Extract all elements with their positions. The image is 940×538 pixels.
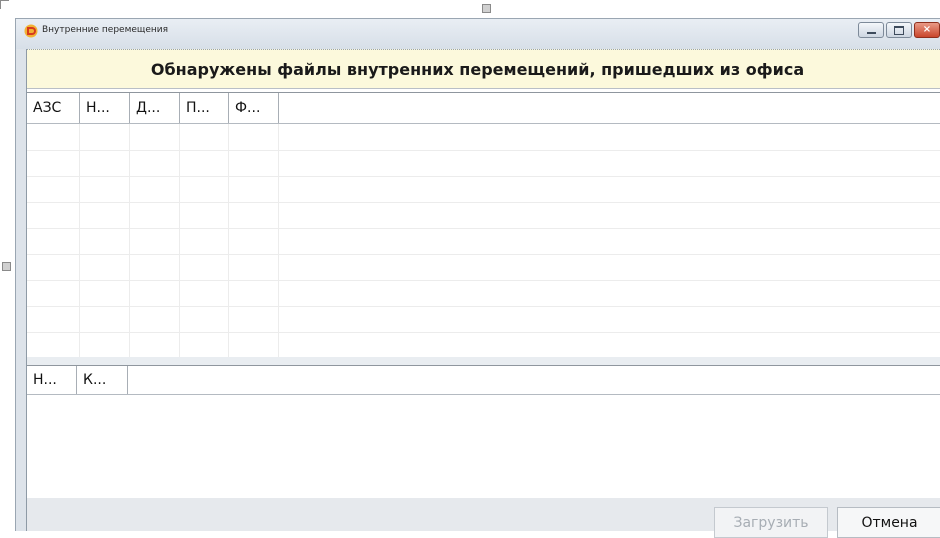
grid-line [27,306,940,307]
cancel-button[interactable]: Отмена [837,507,940,538]
files-column-header-f[interactable]: Ф... [229,93,279,123]
banner-text: Обнаружены файлы внутренних перемещений,… [150,59,805,79]
minimize-icon [866,31,876,34]
grid-line [179,124,180,358]
grid-line [278,124,279,358]
details-header-filler [128,366,940,394]
files-header-filler [279,93,940,123]
files-column-header-p[interactable]: П... [180,93,229,123]
dialog-window: Внутренние перемещения × Обнаружены файл… [15,18,940,538]
details-table-header: Н... К... [27,366,940,395]
grid-line [27,254,940,255]
maximize-button[interactable] [886,22,912,38]
close-icon: × [922,24,932,35]
details-table-body[interactable] [27,397,940,498]
files-table[interactable]: АЗС Н... Д... П... Ф... [27,92,940,359]
files-column-header-d[interactable]: Д... [130,93,180,123]
details-column-header-k[interactable]: К... [77,366,128,394]
maximize-icon [894,25,904,35]
button-bar: Загрузить Отмена [27,498,940,538]
grid-line [129,124,130,358]
app-logo-icon [24,24,38,38]
window-controls: × [856,22,940,40]
resize-handle-left[interactable] [2,262,11,271]
grid-line [27,280,940,281]
grid-line [27,332,940,333]
table-splitter[interactable] [27,357,940,365]
dialog-client-area: Обнаружены файлы внутренних перемещений,… [26,49,940,538]
title-bar[interactable]: Внутренние перемещения × [16,19,940,49]
info-banner: Обнаружены файлы внутренних перемещений,… [27,49,940,89]
resize-handle-top[interactable] [482,4,491,13]
files-table-header: АЗС Н... Д... П... Ф... [27,93,940,124]
grid-line [228,124,229,358]
files-column-header-n[interactable]: Н... [80,93,130,123]
frame-corner [0,0,9,9]
grid-line [27,202,940,203]
window-title: Внутренние перемещения [42,25,169,35]
grid-line [79,124,80,358]
minimize-button[interactable] [858,22,884,38]
close-button[interactable]: × [914,22,940,38]
load-button[interactable]: Загрузить [714,507,828,538]
grid-line [27,150,940,151]
details-table[interactable]: Н... К... [27,365,940,499]
files-table-body[interactable] [27,124,940,358]
grid-line [27,176,940,177]
grid-line [27,228,940,229]
details-column-header-n[interactable]: Н... [27,366,77,394]
files-column-header-azs[interactable]: АЗС [27,93,80,123]
